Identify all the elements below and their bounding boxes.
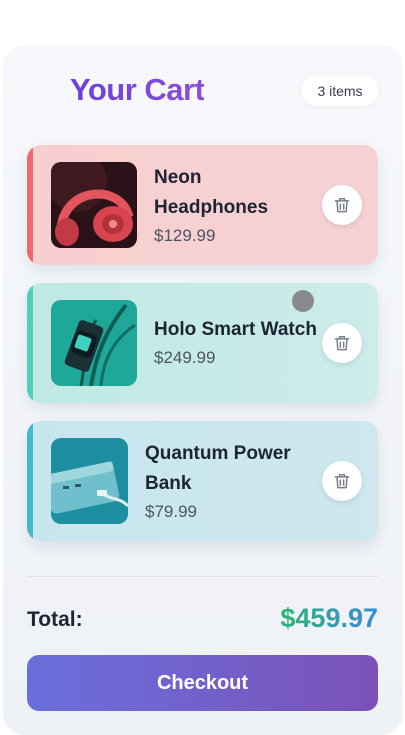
cart-item-smartwatch: Holo Smart Watch $249.99	[27, 283, 378, 403]
product-image-smartwatch	[51, 300, 137, 386]
card-accent	[27, 283, 33, 403]
delete-item-button[interactable]	[322, 461, 362, 501]
powerbank-image	[51, 438, 128, 524]
product-image-headphones	[51, 162, 137, 248]
delete-icon	[334, 198, 350, 213]
product-name: Quantum Power Bank	[145, 443, 291, 494]
product-image-powerbank	[51, 438, 128, 524]
card-accent	[27, 421, 33, 541]
cart-item-powerbank: Quantum Power Bank $79.99	[27, 421, 378, 541]
product-name: Neon Headphones	[154, 167, 269, 218]
product-name: Holo Smart Watch	[154, 319, 317, 340]
product-price: $249.99	[154, 348, 216, 367]
delete-item-button[interactable]	[322, 323, 362, 363]
card-accent	[27, 145, 33, 265]
product-price: $79.99	[145, 502, 197, 521]
cart-item-headphones: Neon Headphones $129.99	[27, 145, 378, 265]
item-count-badge: 3 items	[301, 75, 379, 106]
cursor-indicator	[292, 290, 314, 312]
delete-icon	[334, 336, 350, 351]
smartwatch-image	[51, 300, 137, 386]
headphones-image	[51, 162, 137, 248]
product-price: $129.99	[154, 226, 216, 245]
total-label: Total:	[27, 608, 83, 631]
checkout-button[interactable]: Checkout	[27, 655, 378, 711]
divider	[27, 576, 378, 577]
total-value: $459.97	[280, 603, 378, 633]
delete-icon	[334, 474, 350, 489]
page-title: Your Cart	[70, 72, 205, 107]
delete-item-button[interactable]	[322, 185, 362, 225]
